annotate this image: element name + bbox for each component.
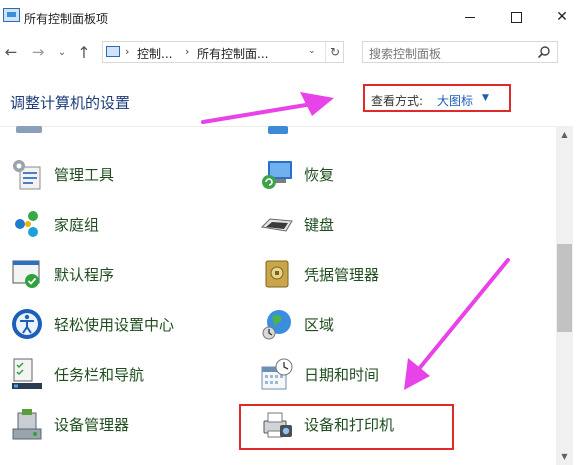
homegroup-icon [15, 211, 38, 237]
breadcrumb-separator: › [185, 45, 190, 58]
view-by-selector[interactable]: 查看方式: 大图标 ▼ [363, 84, 511, 112]
maximize-button[interactable] [493, 0, 539, 34]
item-label: 默认程序 [54, 265, 115, 284]
list-item-region[interactable]: 区域 [260, 304, 334, 344]
window-title: 所有控制面板项 [24, 12, 109, 26]
scroll-up-icon: ▲ [561, 130, 568, 139]
list-item-credential-manager[interactable]: 凭据管理器 [260, 254, 379, 294]
control-panel-icon [106, 46, 120, 57]
list-item-taskbar-navigation[interactable]: 任务栏和导航 [10, 354, 144, 394]
item-label: 任务栏和导航 [54, 365, 145, 384]
item-label: 键盘 [304, 215, 335, 234]
item-label: 日期和时间 [304, 365, 380, 384]
view-by-label: 查看方式: [371, 94, 424, 108]
close-icon: ✕ [556, 9, 568, 25]
item-label: 凭据管理器 [304, 265, 380, 284]
item-label: 恢复 [304, 165, 335, 184]
admin-tools-icon [13, 160, 41, 190]
list-item-keyboard[interactable]: 键盘 [260, 204, 334, 244]
minimize-button[interactable] [447, 0, 493, 34]
default-programs-icon [12, 260, 40, 288]
cut-off-item-icon [16, 126, 42, 133]
device-manager-icon [12, 409, 42, 440]
list-item-ease-of-access[interactable]: 轻松使用设置中心 [10, 304, 174, 344]
list-item-recovery[interactable]: 恢复 [260, 154, 334, 194]
region-icon [262, 310, 291, 340]
search-input[interactable]: 搜索控制面板 [362, 41, 558, 63]
up-arrow-icon: ↑ [77, 42, 91, 62]
recovery-icon [262, 161, 292, 189]
search-icon [537, 46, 550, 59]
item-label: 家庭组 [54, 215, 100, 234]
forward-arrow-icon: → [31, 43, 45, 61]
list-item-date-time[interactable]: 日期和时间 [260, 354, 379, 394]
scroll-down-button[interactable]: ▼ [556, 448, 573, 465]
refresh-button[interactable]: ↻ [325, 42, 344, 62]
title-bar: 所有控制面板项 ✕ [0, 0, 585, 34]
item-label: 轻松使用设置中心 [54, 315, 175, 334]
back-button[interactable]: ← [1, 42, 21, 62]
close-button[interactable]: ✕ [539, 0, 585, 34]
item-label: 区域 [304, 315, 335, 334]
scroll-up-button[interactable]: ▲ [556, 126, 573, 143]
chevron-down-icon: ⌄ [57, 46, 67, 58]
forward-button[interactable]: → [28, 42, 48, 62]
recent-locations-button[interactable]: ⌄ [52, 42, 72, 62]
scroll-thumb[interactable] [557, 244, 572, 332]
page-title: 调整计算机的设置 [10, 94, 131, 112]
maximize-icon [510, 11, 522, 23]
cut-off-item-icon [268, 126, 288, 134]
annotation-arrow-to-view-by [201, 92, 334, 124]
taskbar-icon [12, 358, 42, 389]
refresh-icon: ↻ [329, 45, 341, 59]
list-item-default-programs[interactable]: 默认程序 [10, 254, 114, 294]
list-item-homegroup[interactable]: 家庭组 [10, 204, 99, 244]
address-bar[interactable]: › 控制... › 所有控制面... ⌄ ↻ [102, 41, 344, 63]
keyboard-icon [260, 218, 293, 232]
chevron-down-icon[interactable]: ▼ [482, 93, 489, 103]
list-item-admin-tools[interactable]: 管理工具 [10, 154, 114, 194]
list-item-device-manager[interactable]: 设备管理器 [10, 404, 129, 444]
date-time-icon [261, 358, 293, 390]
breadcrumb-item-control-panel[interactable]: 控制... [137, 45, 172, 62]
address-dropdown-icon[interactable]: ⌄ [308, 46, 316, 56]
ease-of-access-icon [12, 309, 42, 339]
credential-manager-icon [265, 260, 289, 288]
breadcrumb-item-all-items[interactable]: 所有控制面... [197, 45, 268, 62]
item-label: 设备管理器 [54, 415, 130, 434]
highlight-box-devices-printers [239, 404, 454, 450]
view-by-value[interactable]: 大图标 [437, 92, 473, 109]
item-label: 管理工具 [54, 165, 115, 184]
search-placeholder: 搜索控制面板 [369, 47, 442, 61]
back-arrow-icon: ← [4, 43, 18, 61]
minimize-icon [465, 16, 475, 18]
scroll-down-icon: ▼ [561, 452, 568, 461]
vertical-scrollbar[interactable]: ▲ ▼ [556, 126, 573, 465]
control-panel-icon [3, 8, 20, 22]
navigation-bar: ← → ⌄ ↑ › 控制... › 所有控制面... ⌄ ↻ 搜索控制面板 [0, 34, 585, 72]
breadcrumb-separator: › [125, 45, 130, 58]
up-button[interactable]: ↑ [74, 42, 94, 62]
